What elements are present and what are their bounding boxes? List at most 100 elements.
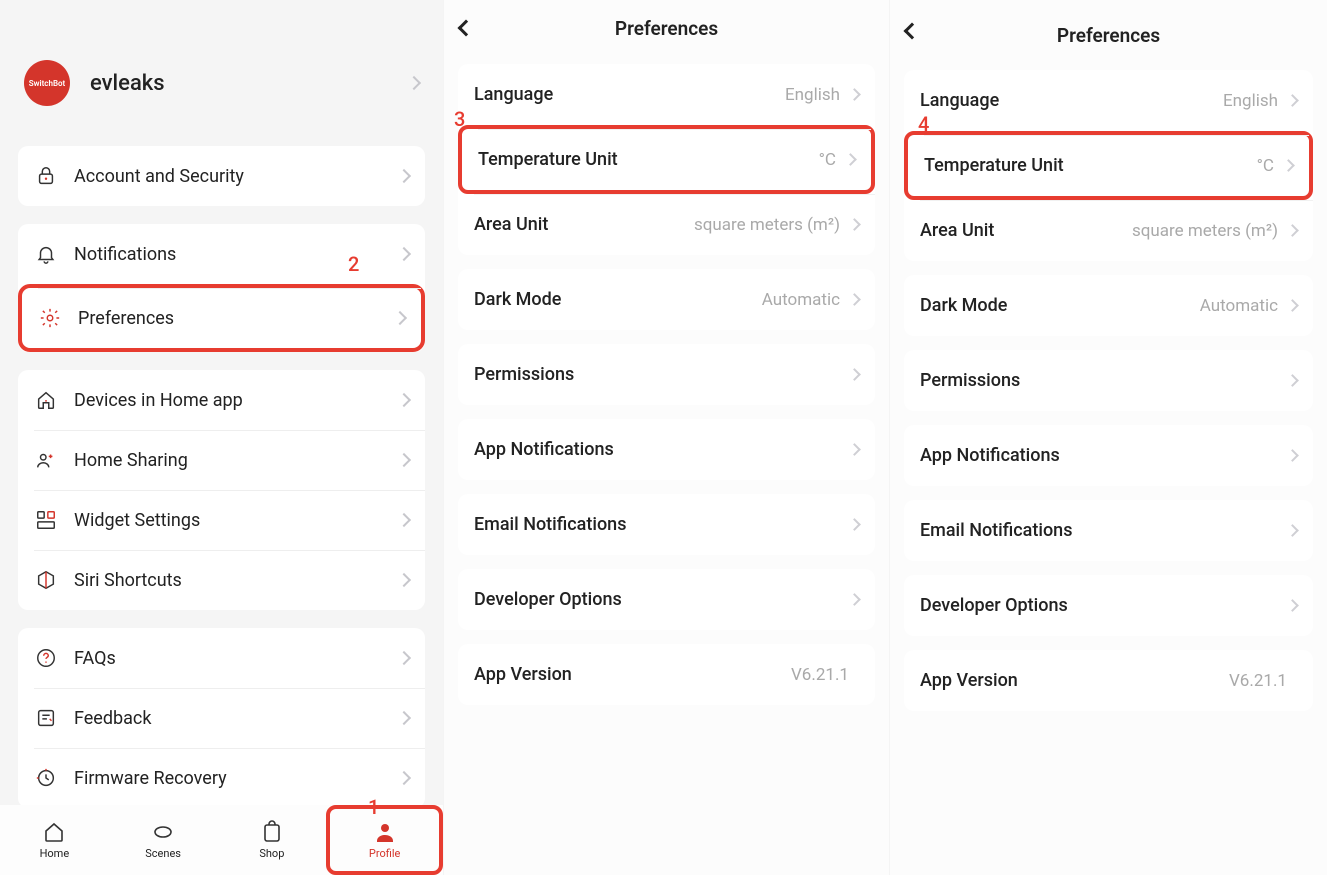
pref-label: Developer Options (920, 595, 1288, 616)
pref-value: V6.21.1 (791, 665, 849, 685)
row-firmware-recovery[interactable]: Firmware Recovery (18, 748, 425, 805)
tab-scenes[interactable]: Scenes (109, 805, 218, 875)
pref-row-developer-options[interactable]: Developer Options (904, 575, 1313, 636)
brand-logo: SwitchBot (24, 60, 70, 106)
pref-row-email-notifications[interactable]: Email Notifications (458, 494, 875, 555)
pref-group-devopts: Developer Options (904, 575, 1313, 636)
row-faqs[interactable]: FAQs (18, 628, 425, 688)
chevron-right-icon (848, 443, 861, 456)
pref-row-temperature-unit[interactable]: Temperature Unit °C (458, 125, 875, 194)
pref-label: App Notifications (474, 439, 850, 460)
pref-row-dark-mode[interactable]: Dark Mode Automatic (458, 269, 875, 330)
chevron-right-icon (393, 311, 407, 325)
row-devices-home-app[interactable]: Devices in Home app (18, 370, 425, 430)
profile-header-row[interactable]: SwitchBot evleaks (18, 0, 425, 146)
question-icon (34, 646, 58, 670)
chevron-right-icon (848, 88, 861, 101)
pref-row-app-notifications[interactable]: App Notifications (904, 425, 1313, 486)
profile-username: evleaks (90, 71, 409, 96)
chevron-right-icon (1286, 599, 1299, 612)
pref-row-app-notifications[interactable]: App Notifications (458, 419, 875, 480)
bell-icon (34, 242, 58, 266)
annotation-3: 3 (454, 107, 465, 131)
row-account-security[interactable]: Account and Security (18, 146, 425, 206)
pref-label: Email Notifications (474, 514, 850, 535)
row-preferences[interactable]: Preferences (18, 284, 425, 352)
tab-shop[interactable]: Shop (218, 805, 327, 875)
pref-row-area-unit[interactable]: Area Unit square meters (m²) (458, 194, 875, 255)
tab-label: Scenes (145, 847, 181, 860)
pref-label: Language (474, 84, 785, 105)
chevron-right-icon (397, 169, 411, 183)
row-home-sharing[interactable]: Home Sharing (18, 430, 425, 490)
pref-row-language[interactable]: Language English (904, 70, 1313, 131)
preferences-header: Preferences (444, 0, 889, 56)
chevron-right-icon (1286, 94, 1299, 107)
tab-home[interactable]: Home (0, 805, 109, 875)
pref-group-devopts: Developer Options (458, 569, 875, 630)
pref-label: Dark Mode (920, 295, 1200, 316)
pref-row-permissions[interactable]: Permissions (458, 344, 875, 405)
profile-scroll: SwitchBot evleaks Account and Security N… (0, 0, 443, 805)
back-icon[interactable] (904, 23, 921, 40)
annotation-2: 2 (348, 252, 359, 276)
profile-icon (373, 820, 397, 844)
pref-group-darkmode: Dark Mode Automatic (458, 269, 875, 330)
profile-group-home: Devices in Home app Home Sharing Widget … (18, 370, 425, 610)
pref-row-dark-mode[interactable]: Dark Mode Automatic (904, 275, 1313, 336)
pref-label: Email Notifications (920, 520, 1288, 541)
row-notifications[interactable]: Notifications (18, 224, 425, 284)
row-widget-settings[interactable]: Widget Settings (18, 490, 425, 550)
page-title: Preferences (615, 17, 718, 40)
preferences-list: Language English Temperature Unit °C Are… (890, 62, 1327, 733)
widget-icon (34, 508, 58, 532)
row-label: Widget Settings (74, 510, 399, 531)
pref-label: Dark Mode (474, 289, 762, 310)
pref-row-permissions[interactable]: Permissions (904, 350, 1313, 411)
home-icon (34, 388, 58, 412)
pref-group-emailnotif: Email Notifications (904, 500, 1313, 561)
chevron-right-icon (1286, 449, 1299, 462)
row-siri-shortcuts[interactable]: Siri Shortcuts (18, 550, 425, 610)
pref-group-emailnotif: Email Notifications (458, 494, 875, 555)
shop-icon (260, 820, 284, 844)
people-plus-icon (34, 448, 58, 472)
pref-value: V6.21.1 (1229, 671, 1287, 691)
pref-row-area-unit[interactable]: Area Unit square meters (m²) (904, 200, 1313, 261)
row-label: Devices in Home app (74, 390, 399, 411)
chevron-right-icon (1286, 524, 1299, 537)
pref-value: square meters (m²) (1132, 221, 1278, 241)
lock-icon (34, 164, 58, 188)
pref-label: App Version (474, 664, 791, 685)
chevron-right-icon (1282, 159, 1295, 172)
pref-group-version: App Version V6.21.1 (904, 650, 1313, 711)
gear-icon (38, 306, 62, 330)
pref-value: English (785, 85, 840, 105)
pref-row-developer-options[interactable]: Developer Options (458, 569, 875, 630)
pref-row-temperature-unit[interactable]: Temperature Unit °C (904, 131, 1313, 200)
pref-label: Area Unit (920, 220, 1132, 241)
pref-group-darkmode: Dark Mode Automatic (904, 275, 1313, 336)
row-feedback[interactable]: Feedback (18, 688, 425, 748)
pref-group-units: Language English Temperature Unit °C Are… (904, 70, 1313, 261)
tab-profile[interactable]: Profile (326, 805, 443, 875)
pref-row-app-version[interactable]: App Version V6.21.1 (904, 650, 1313, 711)
chevron-right-icon (397, 513, 411, 527)
pref-label: Language (920, 90, 1223, 111)
pref-row-email-notifications[interactable]: Email Notifications (904, 500, 1313, 561)
chevron-right-icon (1286, 299, 1299, 312)
home-icon (42, 820, 66, 844)
chevron-right-icon (397, 651, 411, 665)
annotation-4: 4 (918, 112, 929, 136)
pref-row-app-version[interactable]: App Version V6.21.1 (458, 644, 875, 705)
pref-label: App Version (920, 670, 1229, 691)
chevron-right-icon (848, 293, 861, 306)
chevron-right-icon (848, 218, 861, 231)
preferences-panel-a: Preferences Language English Temperature… (443, 0, 889, 875)
pref-row-language[interactable]: Language English (458, 64, 875, 125)
chevron-right-icon (397, 711, 411, 725)
back-icon[interactable] (458, 20, 475, 37)
chevron-right-icon (848, 518, 861, 531)
pref-label: Permissions (474, 364, 850, 385)
pref-group-version: App Version V6.21.1 (458, 644, 875, 705)
